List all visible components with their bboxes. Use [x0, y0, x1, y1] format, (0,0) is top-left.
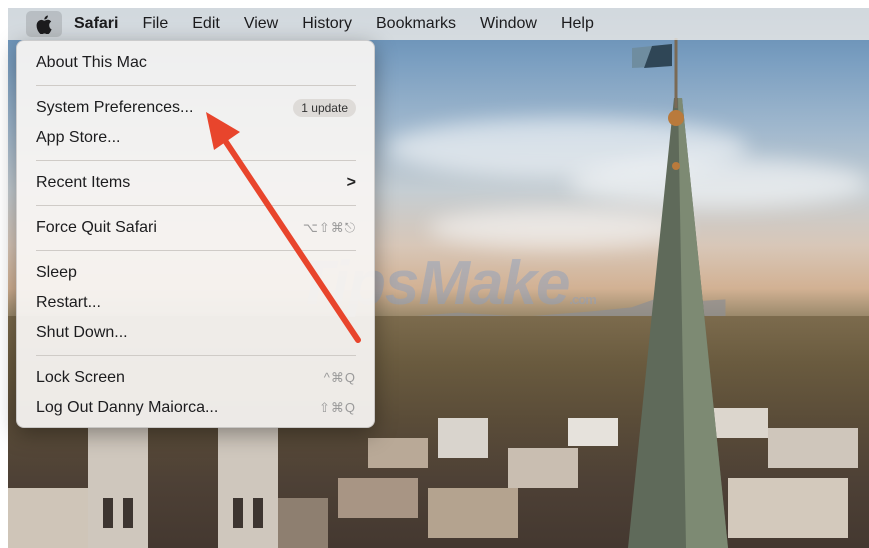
annotation-arrow — [206, 112, 361, 343]
